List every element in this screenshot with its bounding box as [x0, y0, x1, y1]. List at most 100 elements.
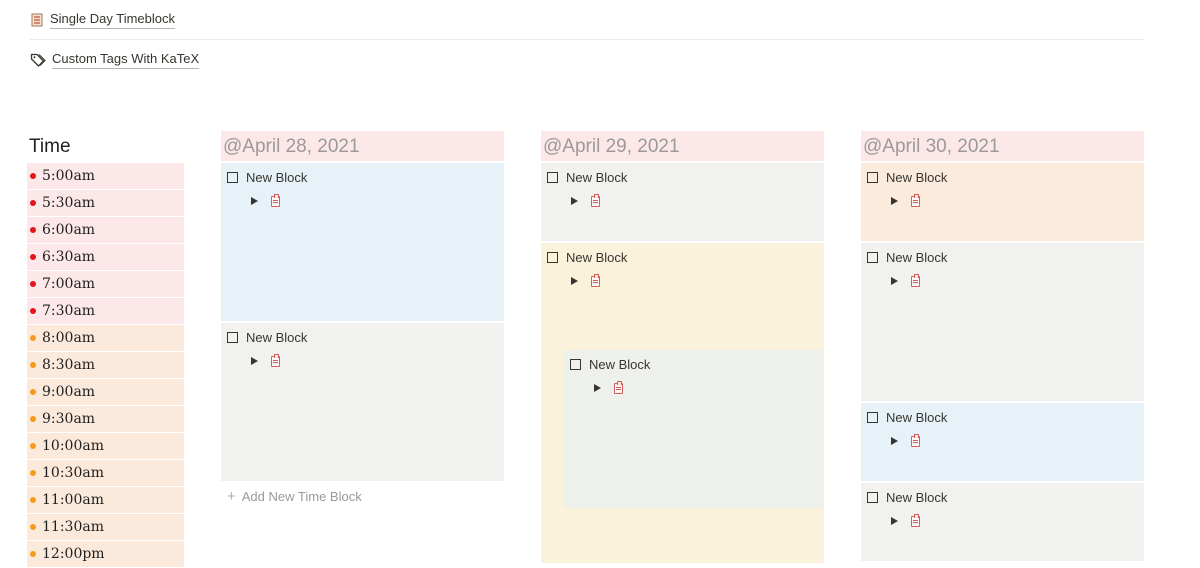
time-column-header: Time: [29, 136, 71, 157]
bullet-dot-icon: [30, 254, 36, 260]
divider: [30, 39, 1144, 40]
block-title[interactable]: New Block: [589, 357, 650, 372]
bullet-dot-icon: [30, 470, 36, 476]
checkbox[interactable]: [547, 171, 558, 183]
time-block[interactable]: New Block: [861, 243, 1144, 401]
clipboard-icon: [911, 193, 920, 207]
checkbox[interactable]: [867, 251, 878, 263]
block-title[interactable]: New Block: [886, 410, 947, 425]
block-title[interactable]: New Block: [246, 330, 307, 345]
clipboard-icon: [271, 353, 280, 367]
clipboard-icon: [911, 273, 920, 287]
bullet-dot-icon: [30, 524, 36, 530]
checkbox[interactable]: [867, 491, 878, 503]
single-day-timeblock-link[interactable]: Single Day Timeblock: [30, 11, 175, 29]
time-slot: 9:00am: [27, 379, 184, 405]
add-new-time-block-button[interactable]: + Add New Time Block: [221, 488, 504, 505]
checkbox[interactable]: [867, 411, 878, 423]
time-slot: 8:30am: [27, 352, 184, 378]
block-title[interactable]: New Block: [886, 170, 947, 185]
toggle-arrow-icon[interactable]: [891, 437, 898, 445]
time-slot-label: 10:00am: [42, 438, 104, 454]
time-slot-label: 9:00am: [42, 384, 96, 400]
time-slot: 6:30am: [27, 244, 184, 270]
bullet-dot-icon: [30, 551, 36, 557]
time-block[interactable]: New Block New Block: [541, 243, 824, 563]
bullet-dot-icon: [30, 362, 36, 368]
checkbox[interactable]: [227, 171, 238, 183]
bullet-dot-icon: [30, 443, 36, 449]
single-day-timeblock-label: Single Day Timeblock: [50, 11, 175, 29]
bullet-dot-icon: [30, 335, 36, 341]
bullet-dot-icon: [30, 173, 36, 179]
time-slot: 10:00am: [27, 433, 184, 459]
toggle-arrow-icon[interactable]: [251, 197, 258, 205]
toggle-arrow-icon[interactable]: [891, 517, 898, 525]
bullet-dot-icon: [30, 308, 36, 314]
time-slot: 11:00am: [27, 487, 184, 513]
time-slot-label: 7:00am: [42, 276, 96, 292]
toggle-arrow-icon[interactable]: [571, 277, 578, 285]
time-block[interactable]: New Block: [861, 403, 1144, 481]
clipboard-icon: [591, 273, 600, 287]
time-slot: 11:30am: [27, 514, 184, 540]
bullet-dot-icon: [30, 227, 36, 233]
time-slot-label: 10:30am: [42, 465, 104, 481]
custom-tags-link[interactable]: Custom Tags With KaTeX: [30, 51, 200, 69]
time-slot-label: 6:30am: [42, 249, 96, 265]
checkbox[interactable]: [547, 251, 558, 263]
time-slot: 5:30am: [27, 190, 184, 216]
clipboard-icon: [271, 193, 280, 207]
time-slot-label: 6:00am: [42, 222, 96, 238]
date-header[interactable]: @April 30, 2021: [861, 131, 1144, 161]
day-column-april-29: @April 29, 2021 New Block New Block New …: [541, 131, 824, 565]
block-title[interactable]: New Block: [566, 170, 627, 185]
time-slot: 12:00pm: [27, 541, 184, 567]
toggle-arrow-icon[interactable]: [251, 357, 258, 365]
checkbox[interactable]: [570, 358, 581, 370]
date-header[interactable]: @April 29, 2021: [541, 131, 824, 161]
bullet-dot-icon: [30, 281, 36, 287]
toggle-arrow-icon[interactable]: [571, 197, 578, 205]
checkbox[interactable]: [227, 331, 238, 343]
toggle-arrow-icon[interactable]: [891, 277, 898, 285]
day-column-april-30: @April 30, 2021 New Block New Block New …: [861, 131, 1144, 563]
toggle-arrow-icon[interactable]: [891, 197, 898, 205]
clipboard-icon: [911, 513, 920, 527]
clipboard-icon: [591, 193, 600, 207]
time-block[interactable]: New Block: [861, 483, 1144, 561]
block-title[interactable]: New Block: [886, 490, 947, 505]
toggle-arrow-icon[interactable]: [594, 384, 601, 392]
bullet-dot-icon: [30, 389, 36, 395]
time-slot-label: 8:30am: [42, 357, 96, 373]
checkbox[interactable]: [867, 171, 878, 183]
custom-tags-label: Custom Tags With KaTeX: [52, 51, 200, 69]
time-slot-label: 7:30am: [42, 303, 96, 319]
time-slot-label: 11:30am: [42, 519, 104, 535]
bullet-dot-icon: [30, 497, 36, 503]
bullet-dot-icon: [30, 200, 36, 206]
time-block[interactable]: New Block: [221, 163, 504, 321]
page-icon: [31, 13, 43, 27]
nested-time-block[interactable]: New Block: [564, 350, 823, 508]
time-block[interactable]: New Block: [221, 323, 504, 481]
block-title[interactable]: New Block: [566, 250, 627, 265]
time-slot-label: 11:00am: [42, 492, 104, 508]
time-block[interactable]: New Block: [541, 163, 824, 241]
tag-icon: [30, 53, 46, 67]
bullet-dot-icon: [30, 416, 36, 422]
time-slot-label: 5:00am: [42, 168, 96, 184]
time-slot: 6:00am: [27, 217, 184, 243]
time-block[interactable]: New Block: [861, 163, 1144, 241]
time-slot-label: 9:30am: [42, 411, 96, 427]
time-slot: 8:00am: [27, 325, 184, 351]
time-slot: 7:30am: [27, 298, 184, 324]
clipboard-icon: [614, 380, 623, 394]
date-header[interactable]: @April 28, 2021: [221, 131, 504, 161]
add-new-time-block-label: Add New Time Block: [241, 489, 362, 504]
block-title[interactable]: New Block: [886, 250, 947, 265]
time-slot: 10:30am: [27, 460, 184, 486]
time-slot-label: 12:00pm: [42, 546, 105, 562]
day-column-april-28: @April 28, 2021 New Block New Block + Ad…: [221, 131, 504, 505]
block-title[interactable]: New Block: [246, 170, 307, 185]
